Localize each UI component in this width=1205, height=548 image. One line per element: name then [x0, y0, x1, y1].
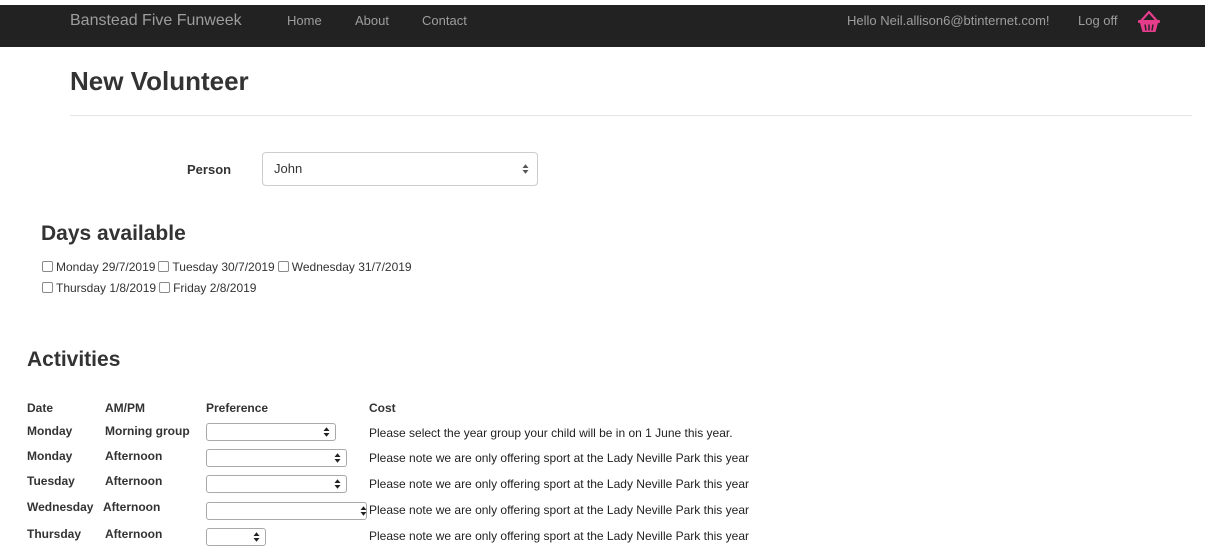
day-label: Wednesday 31/7/2019	[291, 260, 412, 274]
column-header-ampm: AM/PM	[105, 401, 145, 415]
user-greeting-link[interactable]: Hello Neil.allison6@btinternet.com!	[847, 5, 1050, 37]
activity-cost: Please note we are only offering sport a…	[369, 477, 749, 491]
navbar: Banstead Five Funweek Home About Contact…	[0, 5, 1205, 47]
days-row: Monday 29/7/2019 Tuesday 30/7/2019 Wednesd…	[42, 260, 415, 274]
day-checkbox-thursday[interactable]: Thursday 1/8/2019	[42, 281, 156, 295]
activity-ampm: Afternoon	[103, 500, 161, 514]
checkbox-icon[interactable]	[42, 282, 53, 293]
preference-select[interactable]	[206, 475, 347, 493]
activity-cost: Please note we are only offering sport a…	[369, 529, 749, 543]
activity-ampm: Afternoon	[105, 449, 163, 463]
day-label: Friday 2/8/2019	[173, 281, 257, 295]
preference-select[interactable]	[206, 528, 266, 546]
select-arrows-icon	[334, 479, 341, 489]
activity-ampm: Morning group	[105, 424, 190, 438]
preference-select[interactable]	[206, 423, 336, 441]
day-checkbox-tuesday[interactable]: Tuesday 30/7/2019	[158, 260, 275, 274]
checkbox-icon[interactable]	[42, 261, 53, 272]
activity-date: Monday	[27, 424, 73, 438]
nav-home-link[interactable]: Home	[287, 5, 322, 37]
page-title: New Volunteer	[70, 66, 249, 96]
checkbox-icon[interactable]	[277, 261, 289, 272]
column-header-cost: Cost	[369, 401, 396, 415]
activities-heading: Activities	[27, 348, 121, 371]
day-label: Thursday 1/8/2019	[56, 281, 157, 295]
person-label: Person	[187, 162, 232, 177]
title-divider	[70, 115, 1192, 116]
activity-date: Tuesday	[27, 474, 75, 488]
column-header-date: Date	[27, 401, 54, 415]
preference-select[interactable]	[206, 502, 367, 520]
nav-about-link[interactable]: About	[355, 5, 389, 37]
activity-cost: Please note we are only offering sport a…	[369, 503, 749, 517]
brand-link[interactable]: Banstead Five Funweek	[70, 5, 242, 37]
logoff-link[interactable]: Log off	[1078, 5, 1118, 37]
days-available-heading: Days available	[41, 222, 186, 245]
person-select[interactable]: John	[262, 152, 538, 186]
basket-icon[interactable]	[1136, 9, 1162, 35]
activity-date: Monday	[27, 449, 73, 463]
activity-ampm: Afternoon	[105, 527, 163, 541]
select-arrows-icon	[334, 453, 341, 463]
days-row: Thursday 1/8/2019 Friday 2/8/2019	[42, 281, 259, 295]
column-header-preference: Preference	[206, 401, 269, 415]
day-checkbox-monday[interactable]: Monday 29/7/2019	[42, 260, 155, 274]
select-arrows-icon	[360, 506, 367, 516]
preference-select[interactable]	[206, 449, 347, 467]
person-select-value: John	[274, 161, 303, 176]
day-label: Tuesday 30/7/2019	[172, 260, 275, 274]
checkbox-icon[interactable]	[158, 261, 170, 272]
select-arrows-icon	[323, 427, 330, 437]
select-arrows-icon	[253, 532, 260, 542]
day-checkbox-friday[interactable]: Friday 2/8/2019	[159, 281, 256, 295]
activity-cost: Please note we are only offering sport a…	[369, 451, 749, 465]
select-arrows-icon	[522, 164, 529, 174]
day-checkbox-wednesday[interactable]: Wednesday 31/7/2019	[277, 260, 412, 274]
activity-ampm: Afternoon	[105, 474, 163, 488]
checkbox-icon[interactable]	[159, 282, 171, 293]
day-label: Monday 29/7/2019	[56, 260, 156, 274]
nav-contact-link[interactable]: Contact	[422, 5, 467, 37]
activity-date: Wednesday	[27, 500, 94, 514]
activity-cost: Please select the year group your child …	[369, 426, 733, 440]
activity-date: Thursday	[27, 527, 82, 541]
